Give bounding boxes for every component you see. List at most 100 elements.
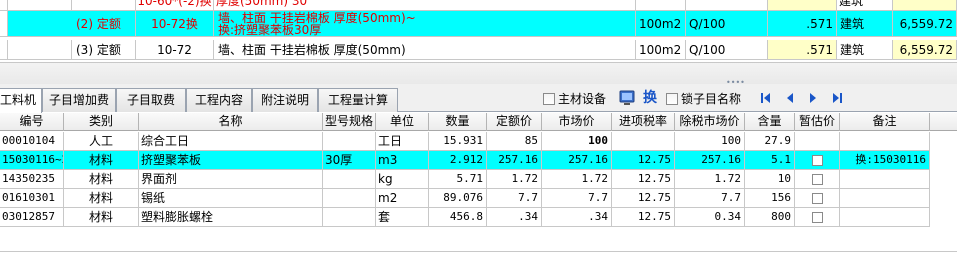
cell-spec[interactable]	[323, 170, 376, 189]
cell-qty[interactable]: 15.931	[429, 132, 487, 151]
cell-unit[interactable]: 套	[376, 208, 429, 227]
cell-unit[interactable]: m2	[376, 189, 429, 208]
cell-qty[interactable]: 89.076	[429, 189, 487, 208]
cell-unit[interactable]: kg	[376, 170, 429, 189]
estimated-checkbox[interactable]	[811, 174, 823, 185]
tab-quantity-calc[interactable]: 工程量计算	[318, 88, 398, 112]
cell-note[interactable]: 换:15030116	[840, 151, 930, 170]
cell-content[interactable]: 5.1	[745, 151, 795, 170]
cell-name[interactable]: 锡纸	[139, 189, 323, 208]
col-header-qty[interactable]: 数量	[429, 113, 487, 131]
cell-unit[interactable]: m3	[376, 151, 429, 170]
quota-row[interactable]: (3) 定额 10-72 墙、柱面 干挂岩棉板 厚度(50mm) 100m2 Q…	[0, 40, 957, 60]
cell-spec[interactable]	[323, 208, 376, 227]
cell-type[interactable]: 材料	[64, 170, 139, 189]
col-header-type[interactable]: 类别	[64, 113, 139, 131]
cell-spec[interactable]	[323, 189, 376, 208]
pane-splitter[interactable]: ••••	[0, 62, 957, 87]
cell-market-price[interactable]: 1.72	[542, 170, 612, 189]
cell-content[interactable]: 800	[745, 208, 795, 227]
cell-quota-price[interactable]: 257.16	[487, 151, 542, 170]
monitor-icon[interactable]	[618, 89, 636, 107]
cell-tax-rate[interactable]: 12.75	[612, 189, 675, 208]
cell-quota-price[interactable]: 85	[487, 132, 542, 151]
cell-note[interactable]	[840, 132, 930, 151]
main-equipment-checkbox[interactable]	[543, 93, 555, 105]
cell-name[interactable]: 挤塑聚苯板	[139, 151, 323, 170]
cell-note[interactable]	[840, 189, 930, 208]
cell-market-price[interactable]: 7.7	[542, 189, 612, 208]
cell-code[interactable]: 15030116~2	[0, 151, 64, 170]
cell-market-price[interactable]: 257.16	[542, 151, 612, 170]
cell-code[interactable]: 01610301	[0, 189, 64, 208]
cell-code[interactable]: 00010104	[0, 132, 64, 151]
table-row[interactable]: 01610301 材料 锡纸 m2 89.076 7.7 7.7 12.75 7…	[0, 189, 957, 208]
col-header-content[interactable]: 含量	[745, 113, 795, 131]
cell-net-price[interactable]: 7.7	[675, 189, 745, 208]
cell-net-price[interactable]: 0.34	[675, 208, 745, 227]
table-row[interactable]: 03012857 材料 塑料膨胀螺栓 套 456.8 .34 .34 12.75…	[0, 208, 957, 227]
cell-net-price[interactable]: 100	[675, 132, 745, 151]
lock-name-checkbox[interactable]	[666, 93, 678, 105]
cell-content[interactable]: 27.9	[745, 132, 795, 151]
cell-note[interactable]	[840, 170, 930, 189]
cell-name[interactable]: 界面剂	[139, 170, 323, 189]
cell-type[interactable]: 人工	[64, 132, 139, 151]
col-header-tax-rate[interactable]: 进项税率	[612, 113, 675, 131]
tab-notes[interactable]: 附注说明	[252, 88, 318, 112]
cell-tax-rate[interactable]: 12.75	[612, 208, 675, 227]
col-header-net-price[interactable]: 除税市场价	[675, 113, 745, 131]
cell-estimated[interactable]	[795, 151, 840, 170]
cell-estimated[interactable]	[795, 208, 840, 227]
first-record-icon[interactable]	[759, 90, 773, 106]
cell-name[interactable]: 塑料膨胀螺栓	[139, 208, 323, 227]
cell-tax-rate[interactable]: 12.75	[612, 170, 675, 189]
cell-type[interactable]: 材料	[64, 208, 139, 227]
cell-unit[interactable]: 工日	[376, 132, 429, 151]
cell-estimated[interactable]	[795, 170, 840, 189]
lock-name-toggle[interactable]: 锁子目名称	[666, 90, 741, 108]
cell-qty[interactable]: 5.71	[429, 170, 487, 189]
cell-type[interactable]: 材料	[64, 151, 139, 170]
estimated-checkbox[interactable]	[811, 212, 823, 223]
cell-net-price[interactable]: 257.16	[675, 151, 745, 170]
table-row[interactable]: 14350235 材料 界面剂 kg 5.71 1.72 1.72 12.75 …	[0, 170, 957, 189]
cell-type[interactable]: 材料	[64, 189, 139, 208]
cell-quota-price[interactable]: 1.72	[487, 170, 542, 189]
cell-spec[interactable]: 30厚	[323, 151, 376, 170]
estimated-checkbox[interactable]	[811, 155, 823, 166]
cell-qty[interactable]: 2.912	[429, 151, 487, 170]
col-header-unit[interactable]: 单位	[376, 113, 429, 131]
cell-estimated[interactable]	[795, 189, 840, 208]
tab-work-content[interactable]: 工程内容	[186, 88, 252, 112]
table-row-selected[interactable]: 15030116~2 材料 挤塑聚苯板 30厚 m3 2.912 257.16 …	[0, 151, 957, 170]
cell-note[interactable]	[840, 208, 930, 227]
col-header-note[interactable]: 备注	[840, 113, 930, 131]
cell-name[interactable]: 综合工日	[139, 132, 323, 151]
table-row[interactable]: 00010104 人工 综合工日 工日 15.931 85 100 100 27…	[0, 132, 957, 151]
col-header-name[interactable]: 名称	[139, 113, 323, 131]
col-header-market-price[interactable]: 市场价	[542, 113, 612, 131]
tab-item-surcharge[interactable]: 子目增加费	[42, 88, 116, 112]
cell-quota-price[interactable]: .34	[487, 208, 542, 227]
cell-content[interactable]: 156	[745, 189, 795, 208]
cell-net-price[interactable]: 1.72	[675, 170, 745, 189]
cell-tax-rate[interactable]: 12.75	[612, 151, 675, 170]
quota-row-selected[interactable]: (2) 定额 10-72换 墙、柱面 干挂岩棉板 厚度(50mm)~ 换:挤塑聚…	[0, 11, 957, 37]
col-header-quota-price[interactable]: 定额价	[487, 113, 542, 131]
swap-button[interactable]: 换	[643, 89, 657, 107]
cell-qty[interactable]: 456.8	[429, 208, 487, 227]
col-header-code[interactable]: 编号	[0, 113, 64, 131]
cell-spec[interactable]	[323, 132, 376, 151]
cell-quota-price[interactable]: 7.7	[487, 189, 542, 208]
estimated-checkbox[interactable]	[811, 193, 823, 204]
cell-market-price[interactable]: 100	[542, 132, 612, 151]
tab-item-fee[interactable]: 子目取费	[116, 88, 186, 112]
previous-record-icon[interactable]	[783, 90, 797, 106]
col-header-estimated[interactable]: 暂估价	[795, 113, 840, 131]
cell-tax-rate[interactable]	[612, 132, 675, 151]
main-equipment-toggle[interactable]: 主材设备	[543, 90, 606, 108]
cell-code[interactable]: 14350235	[0, 170, 64, 189]
cell-content[interactable]: 10	[745, 170, 795, 189]
next-record-icon[interactable]	[806, 90, 820, 106]
